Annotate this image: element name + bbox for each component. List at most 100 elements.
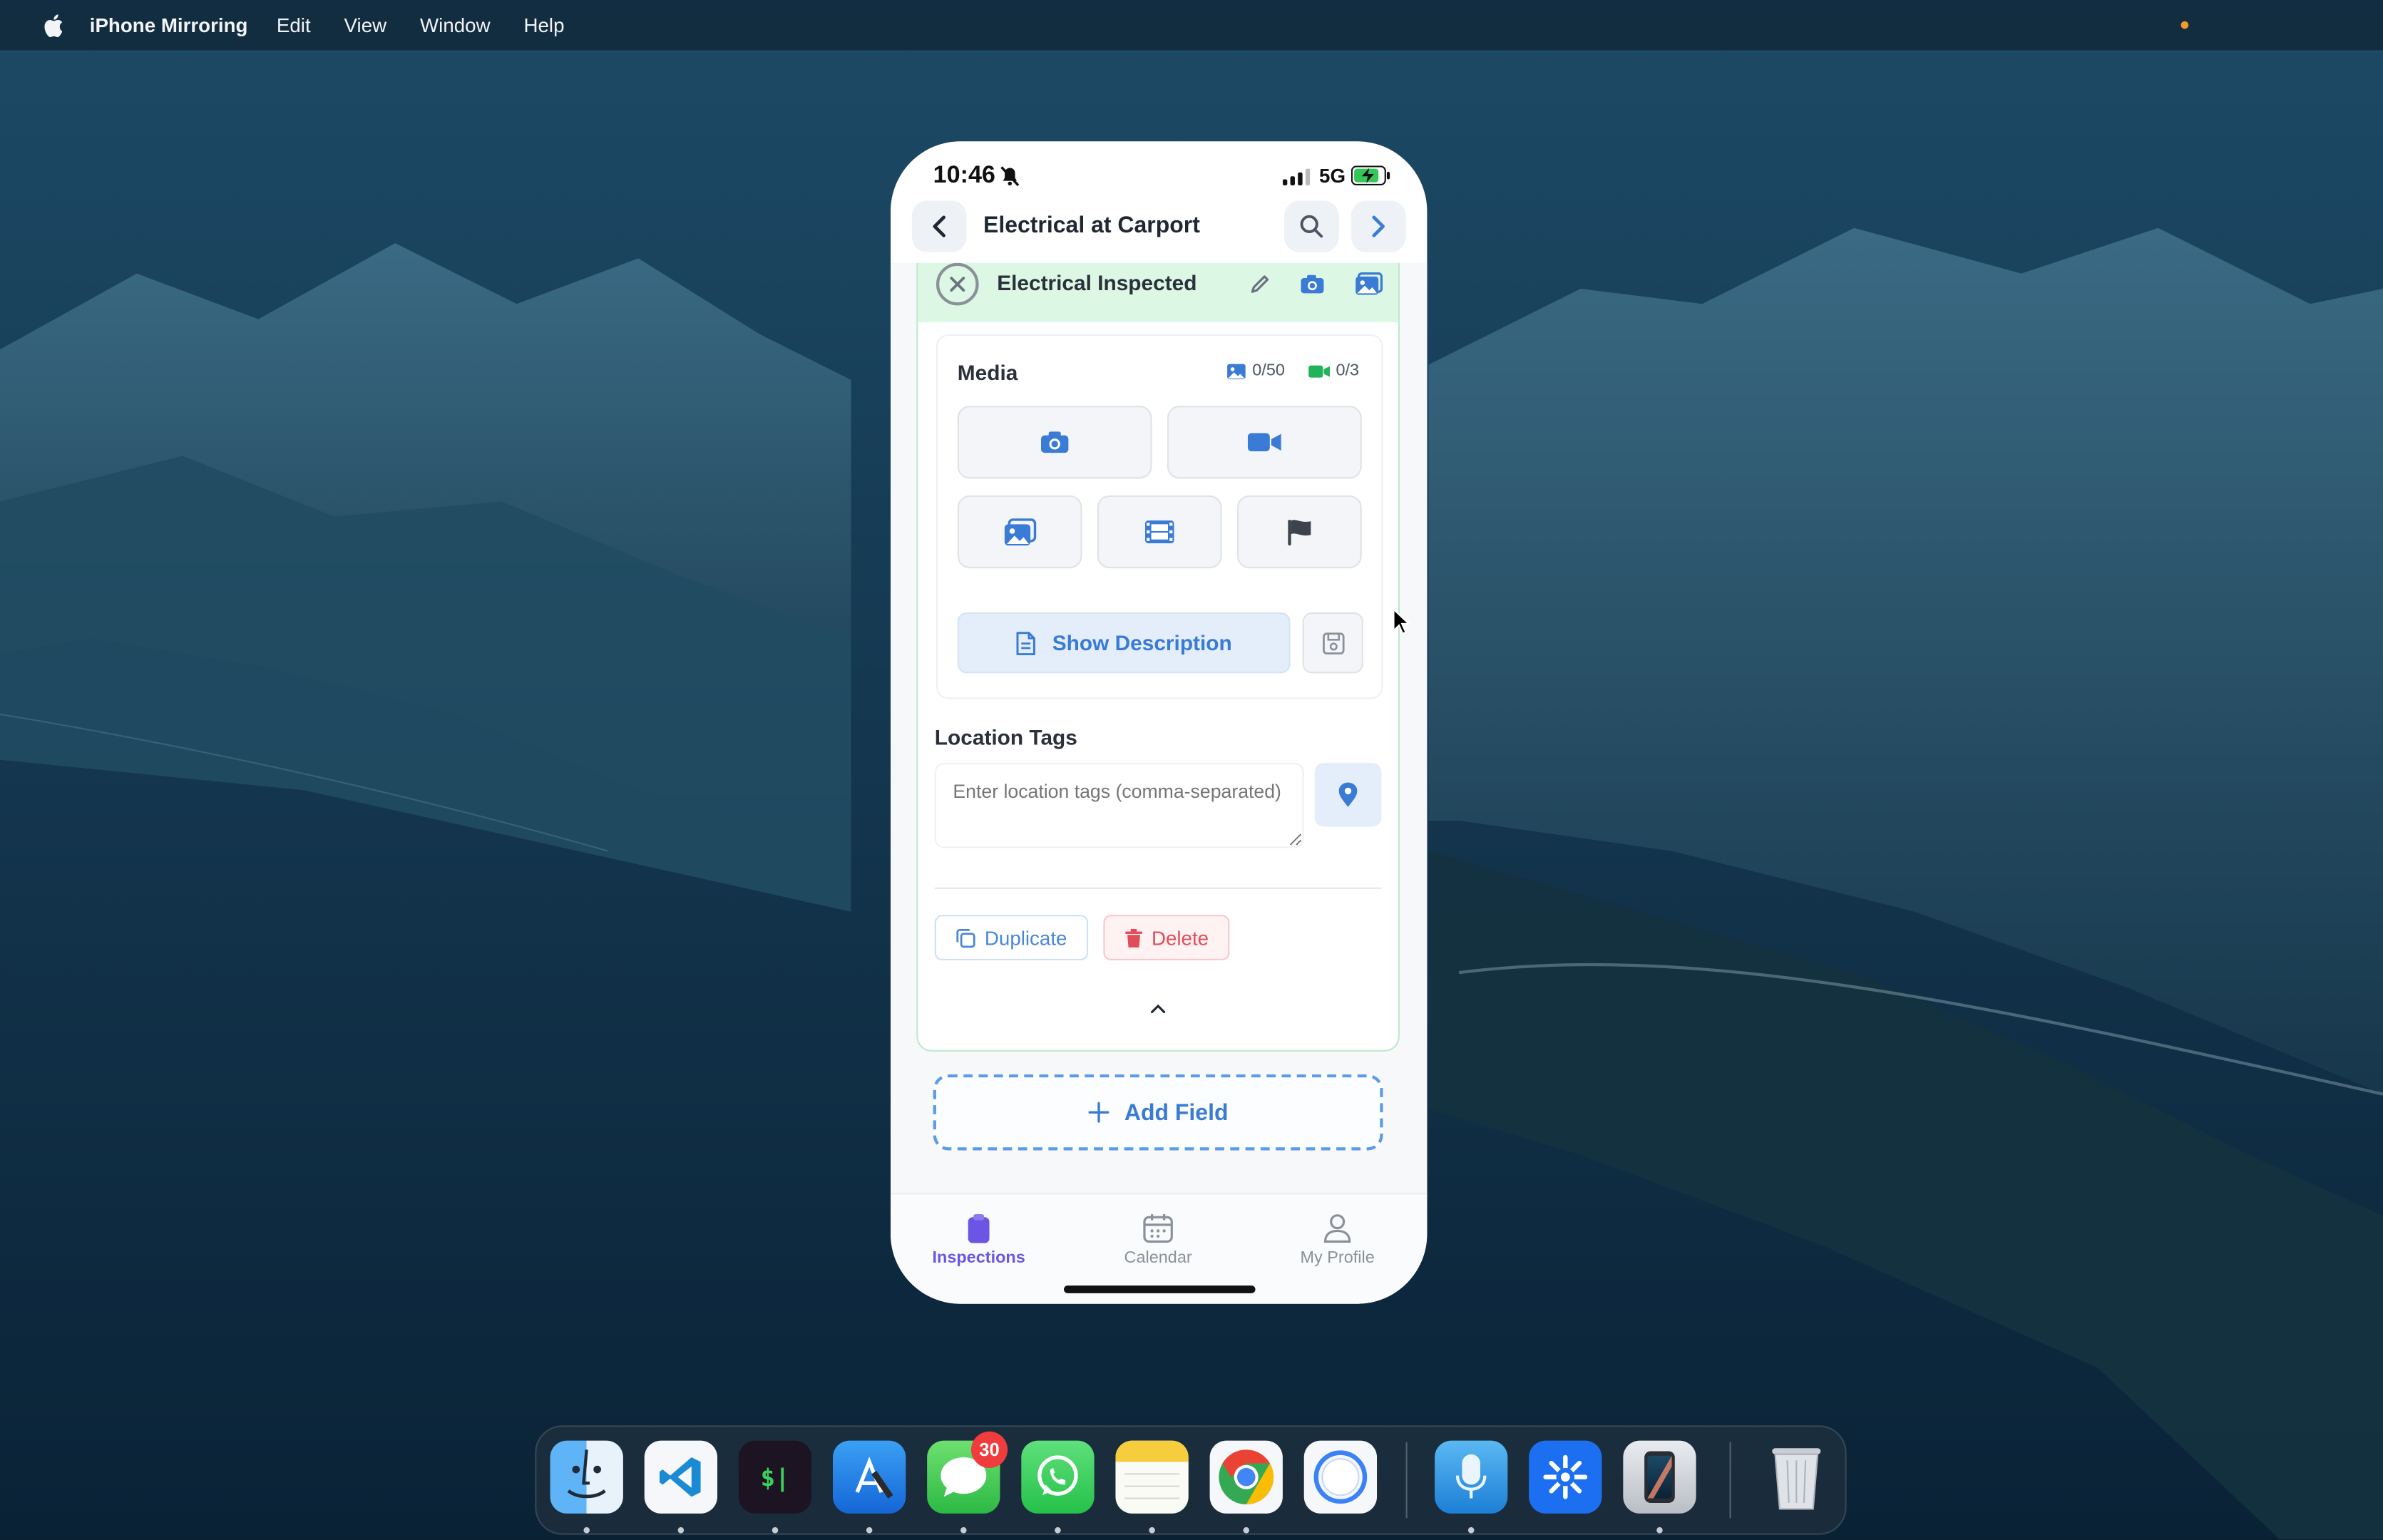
menu-edit[interactable]: Edit (277, 14, 311, 36)
record-video-button[interactable] (1167, 406, 1362, 479)
flag-icon (1288, 518, 1311, 545)
mouse-cursor-icon (1393, 607, 1410, 635)
trash-icon (1772, 1448, 1821, 1510)
field-header: Electrical Inspected (918, 262, 1398, 322)
person-icon (1323, 1214, 1351, 1243)
xcode-icon (855, 1457, 893, 1499)
dock-app-whatsapp[interactable] (1021, 1440, 1095, 1514)
running-indicator (1467, 1527, 1475, 1534)
running-indicator (960, 1527, 967, 1534)
pencil-icon[interactable] (1249, 274, 1271, 295)
running-indicator (1656, 1527, 1663, 1534)
save-button[interactable] (1302, 612, 1363, 674)
location-pin-button[interactable] (1314, 762, 1382, 827)
field-card: Electrical Inspected Media 0/50 0/3 Show… (916, 262, 1400, 1052)
flag-button[interactable] (1236, 495, 1362, 569)
tab-inspections[interactable]: Inspections (903, 1210, 1055, 1268)
running-indicator (866, 1527, 873, 1534)
recording-indicator (2180, 21, 2189, 29)
dock-app-voice[interactable] (1435, 1440, 1508, 1514)
dock-app-trash[interactable] (1760, 1441, 1833, 1514)
dock-app-vscode[interactable] (644, 1440, 718, 1514)
tab-my-profile[interactable]: My Profile (1261, 1210, 1413, 1268)
microphone-icon (1455, 1454, 1487, 1499)
status-time: 10:46 (933, 163, 995, 189)
home-indicator[interactable] (1063, 1285, 1256, 1293)
gallery-icon (1004, 518, 1037, 545)
duplicate-label: Duplicate (984, 926, 1067, 950)
running-indicator (1055, 1527, 1061, 1534)
video-icon (1308, 364, 1330, 377)
menu-window[interactable]: Window (420, 14, 491, 36)
photo-icon (1227, 363, 1246, 379)
back-button[interactable] (911, 200, 967, 252)
dock-app-finder[interactable] (550, 1440, 623, 1514)
take-photo-button[interactable] (957, 406, 1152, 479)
menu-app-name[interactable]: iPhone Mirroring (90, 14, 248, 36)
chevron-up-icon[interactable] (1146, 1002, 1170, 1017)
running-indicator (1149, 1527, 1155, 1534)
iphone-icon (1644, 1451, 1675, 1503)
running-indicator (1243, 1527, 1250, 1534)
dock-app-iphone-mirroring[interactable] (1623, 1440, 1696, 1514)
gear-icon (1543, 1454, 1588, 1499)
video-library-button[interactable] (1097, 495, 1222, 569)
delete-button[interactable]: Delete (1103, 915, 1230, 961)
scroll-content[interactable]: Electrical Inspected Media 0/50 0/3 Show… (891, 262, 1428, 1194)
photo-count-value: 0/50 (1252, 361, 1285, 380)
vscode-icon (660, 1457, 701, 1497)
add-field-button[interactable]: Add Field (933, 1074, 1383, 1151)
map-pin-icon (1338, 782, 1358, 807)
divider (934, 887, 1382, 889)
photo-library-button[interactable] (957, 495, 1082, 569)
chevron-right-icon (1372, 215, 1385, 237)
menu-bar: iPhone Mirroring Edit View Window Help (0, 0, 2383, 51)
chevron-left-icon (933, 215, 945, 237)
trash-icon (1124, 928, 1142, 947)
apple-logo-icon[interactable] (43, 13, 64, 37)
close-icon (950, 277, 965, 292)
field-status-toggle[interactable] (936, 262, 979, 306)
tab-calendar[interactable]: Calendar (1082, 1210, 1234, 1268)
show-description-label: Show Description (1052, 630, 1232, 655)
dock-app-screen-recorder[interactable] (1303, 1440, 1378, 1514)
finder-icon (567, 1449, 606, 1499)
dock-separator (1729, 1442, 1731, 1519)
dock-app-xcode[interactable] (833, 1440, 906, 1514)
clipboard-icon (968, 1213, 990, 1243)
nav-bar: Electrical at Carport (891, 197, 1427, 255)
add-field-label: Add Field (1124, 1099, 1229, 1126)
show-description-button[interactable]: Show Description (957, 612, 1291, 674)
dock-app-notes[interactable] (1115, 1440, 1189, 1514)
location-tags-label: Location Tags (934, 724, 1077, 749)
menu-help[interactable]: Help (524, 14, 565, 36)
dock-app-chrome[interactable] (1209, 1440, 1283, 1514)
battery-charging-icon (1351, 165, 1390, 186)
network-type: 5G (1319, 164, 1346, 188)
next-button[interactable] (1351, 200, 1406, 252)
media-label: Media (957, 360, 1018, 385)
search-icon (1300, 215, 1323, 238)
calendar-icon (1143, 1213, 1173, 1243)
record-circle-icon (1313, 1450, 1368, 1504)
field-title: Electrical Inspected (997, 270, 1197, 295)
running-indicator (772, 1527, 779, 1534)
duplicate-button[interactable]: Duplicate (934, 915, 1089, 961)
dock-separator (1405, 1442, 1408, 1519)
document-icon (1017, 631, 1036, 654)
terminal-icon: $| (760, 1462, 790, 1492)
page-title: Electrical at Carport (983, 212, 1200, 239)
location-tags-input[interactable] (934, 762, 1304, 848)
running-indicator (677, 1527, 685, 1534)
dock-app-settings[interactable] (1529, 1440, 1602, 1514)
dock-app-terminal[interactable]: $| (738, 1440, 812, 1514)
gallery-icon[interactable] (1354, 272, 1383, 297)
copy-icon (956, 928, 975, 948)
camera-icon[interactable] (1299, 274, 1325, 295)
messages-badge: 30 (970, 1431, 1008, 1468)
photo-count: 0/50 (1226, 361, 1285, 380)
search-button[interactable] (1284, 200, 1339, 252)
menu-view[interactable]: View (344, 14, 387, 36)
whatsapp-icon (1037, 1455, 1078, 1496)
video-count-value: 0/3 (1336, 361, 1360, 380)
